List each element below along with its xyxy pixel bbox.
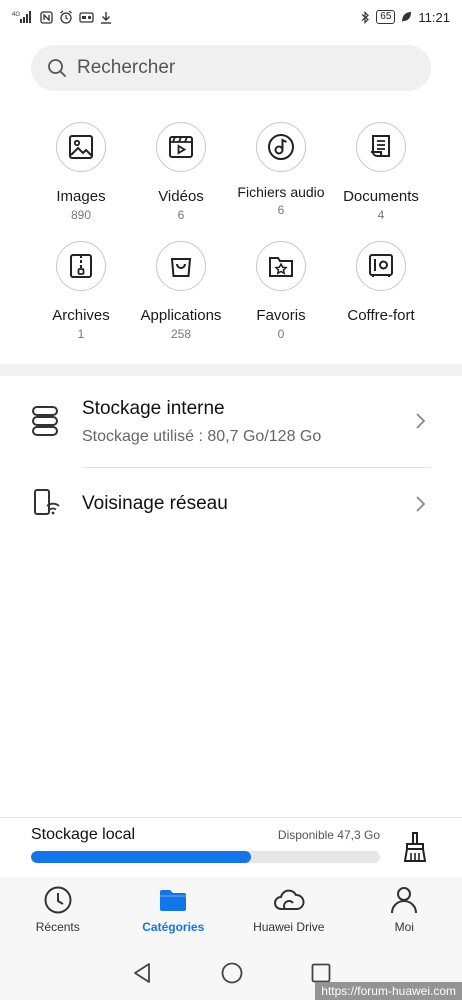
location-network-neighborhood[interactable]: Voisinage réseau bbox=[0, 468, 462, 540]
alarm-icon bbox=[59, 10, 73, 24]
category-favorites[interactable]: Favoris 0 bbox=[231, 241, 331, 341]
category-count: 6 bbox=[277, 203, 285, 217]
category-count: 0 bbox=[277, 327, 285, 341]
battery-icon: 65 bbox=[376, 10, 396, 24]
bluetooth-icon bbox=[361, 10, 370, 24]
category-name: Fichiers audio bbox=[237, 184, 325, 200]
download-icon bbox=[100, 11, 112, 24]
broom-icon[interactable] bbox=[402, 832, 428, 862]
tab-label: Catégories bbox=[142, 920, 205, 934]
category-name: Images bbox=[56, 188, 106, 205]
category-count: 6 bbox=[177, 208, 185, 222]
category-name: Archives bbox=[52, 307, 110, 324]
home-icon[interactable] bbox=[221, 962, 243, 984]
status-time: 11:21 bbox=[418, 9, 450, 25]
archive-icon bbox=[56, 241, 106, 291]
video-icon bbox=[156, 122, 206, 172]
category-applications[interactable]: Applications 258 bbox=[131, 241, 231, 341]
back-icon[interactable] bbox=[131, 962, 153, 984]
tab-me[interactable]: Moi bbox=[347, 877, 462, 946]
category-name: Favoris bbox=[256, 307, 306, 324]
storage-icon bbox=[31, 406, 59, 436]
category-documents[interactable]: Documents 4 bbox=[331, 122, 431, 222]
section-divider bbox=[0, 364, 462, 376]
status-left: 4G bbox=[12, 10, 112, 24]
category-count: 4 bbox=[377, 208, 385, 222]
cloud-icon bbox=[273, 885, 305, 915]
safe-icon bbox=[356, 241, 406, 291]
tab-label: Moi bbox=[394, 920, 414, 934]
watermark: https://forum-huawei.com bbox=[315, 982, 462, 1000]
category-row: Images 890 Vidéos 6 Fichiers audio 6 Doc… bbox=[31, 122, 431, 222]
chevron-right-icon bbox=[414, 495, 426, 518]
category-count: 890 bbox=[70, 208, 92, 222]
search-placeholder: Rechercher bbox=[77, 57, 176, 78]
location-internal-storage[interactable]: Stockage interne Stockage utilisé : 80,7… bbox=[0, 376, 462, 467]
leaf-icon bbox=[401, 11, 412, 23]
tab-label: Huawei Drive bbox=[253, 920, 325, 934]
location-subtitle: Stockage utilisé : 80,7 Go/128 Go bbox=[82, 428, 322, 445]
recent-apps-icon[interactable] bbox=[311, 963, 331, 983]
document-icon bbox=[356, 122, 406, 172]
category-name: Documents bbox=[343, 188, 419, 205]
category-count: 258 bbox=[170, 327, 192, 341]
tab-recents[interactable]: Récents bbox=[0, 877, 115, 946]
person-icon bbox=[389, 885, 419, 915]
favorites-icon bbox=[256, 241, 306, 291]
location-title: Voisinage réseau bbox=[82, 493, 228, 514]
category-name: Applications bbox=[140, 307, 222, 324]
tab-label: Récents bbox=[35, 920, 80, 934]
clock-icon bbox=[43, 885, 73, 915]
svg-text:4G: 4G bbox=[12, 12, 20, 18]
category-images[interactable]: Images 890 bbox=[31, 122, 131, 222]
category-grid: Images 890 Vidéos 6 Fichiers audio 6 Doc… bbox=[31, 122, 431, 341]
category-count: 1 bbox=[77, 327, 85, 341]
location-title: Stockage interne bbox=[82, 398, 225, 419]
category-audio[interactable]: Fichiers audio 6 bbox=[231, 122, 331, 222]
category-name: Vidéos bbox=[158, 188, 204, 205]
storage-divider bbox=[0, 817, 462, 818]
storage-progress-fill bbox=[31, 851, 251, 863]
tab-categories[interactable]: Catégories bbox=[116, 877, 231, 946]
radio-icon bbox=[79, 11, 94, 23]
nfc-icon bbox=[40, 10, 53, 24]
search-bar[interactable]: Rechercher bbox=[31, 45, 431, 91]
folder-icon bbox=[158, 885, 188, 915]
category-archives[interactable]: Archives 1 bbox=[31, 241, 131, 341]
signal-icon: 4G bbox=[12, 10, 34, 24]
status-right: 65 11:21 bbox=[361, 10, 450, 25]
category-safe[interactable]: Coffre-fort bbox=[331, 241, 431, 341]
storage-progress-bar bbox=[31, 851, 380, 863]
network-neighborhood-icon bbox=[31, 488, 61, 518]
category-name: Coffre-fort bbox=[347, 307, 415, 324]
tab-huawei-drive[interactable]: Huawei Drive bbox=[231, 877, 346, 946]
status-bar: 4G 65 11:21 bbox=[0, 0, 462, 34]
storage-label: Stockage local bbox=[31, 826, 136, 843]
category-videos[interactable]: Vidéos 6 bbox=[131, 122, 231, 222]
bottom-nav: Récents Catégories Huawei Drive Moi bbox=[0, 877, 462, 946]
search-icon bbox=[47, 58, 67, 78]
chevron-right-icon bbox=[414, 412, 426, 435]
image-icon bbox=[56, 122, 106, 172]
audio-icon bbox=[256, 122, 306, 172]
storage-available: Disponible 47,3 Go bbox=[277, 828, 380, 842]
category-row: Archives 1 Applications 258 Favoris 0 Co… bbox=[31, 241, 431, 341]
applications-icon bbox=[156, 241, 206, 291]
